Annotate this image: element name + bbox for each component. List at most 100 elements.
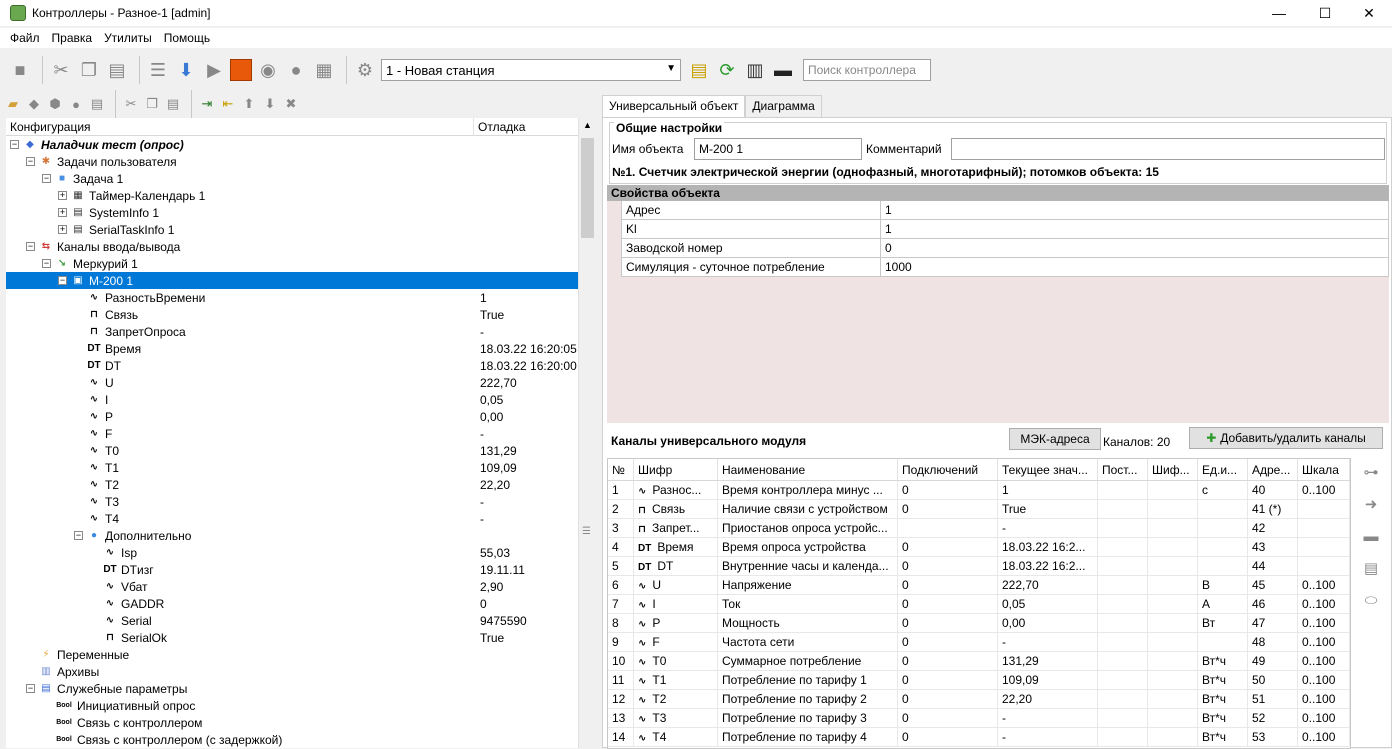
- run-icon[interactable]: ▶: [202, 58, 226, 82]
- form-icon[interactable]: ▤: [1361, 558, 1381, 578]
- tree-scrollbar[interactable]: ▲: [578, 118, 595, 748]
- channel-row[interactable]: 4 DT Время Время опроса устройства 0 18.03.22…: [608, 538, 1350, 557]
- tree-header-debug[interactable]: Отладка: [474, 118, 578, 135]
- collapse-icon[interactable]: −: [10, 140, 19, 149]
- link-icon[interactable]: ⬭: [1361, 590, 1381, 610]
- tree-header-config[interactable]: Конфигурация: [6, 118, 474, 135]
- download-icon[interactable]: ⬇: [174, 58, 198, 82]
- scroll-up-icon[interactable]: ▲: [583, 120, 592, 130]
- channel-row[interactable]: 11 ∿ T1 Потребление по тарифу 1 0 109,09 Вт*ч 5…: [608, 671, 1350, 690]
- move-in-icon[interactable]: ⇥: [198, 95, 216, 113]
- menu-file[interactable]: Файл: [4, 31, 46, 45]
- tree-row[interactable]: ∿ U 222,70: [6, 374, 578, 391]
- tree-row[interactable]: − ✱ Задачи пользователя: [6, 153, 578, 170]
- channel-row[interactable]: 7 ∿ I Ток 0 0,05 А 46 0..100: [608, 595, 1350, 614]
- config-tree[interactable]: − ◆ Наладчик тест (опрос) − ✱ Задачи пользова…: [6, 136, 578, 748]
- grid-column-header[interactable]: Шифр: [634, 459, 718, 480]
- object-name-input[interactable]: М-200 1: [694, 138, 862, 160]
- comment-input[interactable]: [951, 138, 1385, 160]
- property-value[interactable]: 1000: [881, 258, 1389, 276]
- collapse-icon[interactable]: −: [42, 259, 51, 268]
- channel-row[interactable]: 6 ∿ U Напряжение 0 222,70 В 45 0..100: [608, 576, 1350, 595]
- collapse-icon[interactable]: −: [74, 531, 83, 540]
- menu-utilities[interactable]: Утилиты: [98, 31, 158, 45]
- tree-row[interactable]: Bool Инициативный опрос: [6, 697, 578, 714]
- channel-row[interactable]: 14 ∿ T4 Потребление по тарифу 4 0- Вт*ч 53 0..1…: [608, 728, 1350, 747]
- report-icon[interactable]: ▤: [687, 58, 711, 82]
- tree-row[interactable]: ∿ Vбат 2,90: [6, 578, 578, 595]
- tree-row[interactable]: − ▣ М-200 1: [6, 272, 578, 289]
- tree-row[interactable]: − ↘ Меркурий 1: [6, 255, 578, 272]
- tree-row[interactable]: ∿ Serial 9475590: [6, 612, 578, 629]
- paste-icon[interactable]: ▤: [105, 58, 129, 82]
- property-value[interactable]: 1: [881, 220, 1389, 238]
- grid-column-header[interactable]: Шкала: [1298, 459, 1350, 480]
- tree-row[interactable]: − ◆ Наладчик тест (опрос): [6, 136, 578, 153]
- tree-row[interactable]: ∿ F -: [6, 425, 578, 442]
- paste-small-icon[interactable]: ▤: [164, 95, 182, 113]
- stop-red-icon[interactable]: [230, 59, 252, 81]
- tree-row[interactable]: DT DTизг 19.11.11: [6, 561, 578, 578]
- tree-row[interactable]: ∿ T4 -: [6, 510, 578, 527]
- tree-row[interactable]: ∿ T2 22,20: [6, 476, 578, 493]
- expand-icon[interactable]: +: [58, 225, 67, 234]
- hierarchy-icon[interactable]: ⊶: [1361, 462, 1381, 482]
- property-value[interactable]: 1: [881, 201, 1389, 219]
- menu-edit[interactable]: Правка: [46, 31, 99, 45]
- channel-row[interactable]: 9 ∿ F Частота сети 0-48 0..100: [608, 633, 1350, 652]
- document-icon[interactable]: ▦: [312, 58, 336, 82]
- cut-small-icon[interactable]: ✂: [122, 95, 140, 113]
- tree-row[interactable]: ⚡ Переменные: [6, 646, 578, 663]
- grid-column-header[interactable]: №: [608, 459, 634, 480]
- property-row[interactable]: Заводской номер 0: [621, 239, 1389, 258]
- grid-column-header[interactable]: Пост...: [1098, 459, 1148, 480]
- tree-row[interactable]: ⊓ SerialOk True: [6, 629, 578, 646]
- tree-row[interactable]: + ▤ SystemInfo 1: [6, 204, 578, 221]
- channel-row[interactable]: 1 ∿ Разнос... Время контроллера минус ... 0 1…: [608, 481, 1350, 500]
- grid-column-header[interactable]: Подключений: [898, 459, 998, 480]
- tree-row[interactable]: Bool Связь с контроллером: [6, 714, 578, 731]
- property-row[interactable]: Kl 1: [621, 220, 1389, 239]
- maximize-button[interactable]: ☐: [1302, 0, 1348, 26]
- globe-icon[interactable]: ●: [67, 95, 85, 113]
- list-icon[interactable]: ☰: [146, 58, 170, 82]
- expand-icon[interactable]: +: [58, 191, 67, 200]
- grid-column-header[interactable]: Наименование: [718, 459, 898, 480]
- terminal-icon[interactable]: ▬: [771, 58, 795, 82]
- grid-column-header[interactable]: Ед.и...: [1198, 459, 1248, 480]
- copy-icon[interactable]: ❐: [77, 58, 101, 82]
- station-select[interactable]: 1 - Новая станция ▼: [381, 59, 681, 81]
- mek-addresses-button[interactable]: МЭК-адреса: [1009, 428, 1101, 450]
- tree-row[interactable]: + ▤ SerialTaskInfo 1: [6, 221, 578, 238]
- tree-row[interactable]: ⊓ ЗапретОпроса -: [6, 323, 578, 340]
- grid-column-header[interactable]: Шиф...: [1148, 459, 1198, 480]
- tree-row[interactable]: − ■ Задача 1: [6, 170, 578, 187]
- tag-icon[interactable]: ▬: [1361, 526, 1381, 546]
- add-remove-channels-button[interactable]: ✚ Добавить/удалить каналы: [1189, 427, 1383, 449]
- tree-row[interactable]: ⊓ Связь True: [6, 306, 578, 323]
- tree-row[interactable]: ∿ T1 109,09: [6, 459, 578, 476]
- stop-square-icon[interactable]: ■: [8, 58, 32, 82]
- tree-row[interactable]: ∿ Isp 55,03: [6, 544, 578, 561]
- minimize-button[interactable]: —: [1256, 0, 1302, 26]
- grid-column-header[interactable]: Адре...: [1248, 459, 1298, 480]
- channel-row[interactable]: 8 ∿ P Мощность 0 0,00 Вт 47 0..100: [608, 614, 1350, 633]
- refresh-icon[interactable]: ⟳: [715, 58, 739, 82]
- tree-row[interactable]: ∿ GADDR 0: [6, 595, 578, 612]
- forward-icon[interactable]: ➜: [1361, 494, 1381, 514]
- down-icon[interactable]: ⬇: [261, 95, 279, 113]
- collapse-icon[interactable]: −: [58, 276, 67, 285]
- tab-diagram[interactable]: Диаграмма: [745, 95, 822, 117]
- tree-row[interactable]: ∿ T3 -: [6, 493, 578, 510]
- channel-row[interactable]: 10 ∿ T0 Суммарное потребление 0 131,29 Вт*ч 49 0…: [608, 652, 1350, 671]
- open-folder-icon[interactable]: ▰: [4, 95, 22, 113]
- channel-row[interactable]: 13 ∿ T3 Потребление по тарифу 3 0- Вт*ч 52 0..1…: [608, 709, 1350, 728]
- move-out-icon[interactable]: ⇤: [219, 95, 237, 113]
- channel-row[interactable]: 5 DT DT Внутренние часы и календа... 0 18.03.…: [608, 557, 1350, 576]
- tree-row[interactable]: − ⇆ Каналы ввода/вывода: [6, 238, 578, 255]
- module-icon[interactable]: ▤: [88, 95, 106, 113]
- notes-icon[interactable]: ▥: [743, 58, 767, 82]
- property-row[interactable]: Адрес 1: [621, 201, 1389, 220]
- tree-row[interactable]: DT Время 18.03.22 16:20:05: [6, 340, 578, 357]
- channel-row[interactable]: 12 ∿ T2 Потребление по тарифу 2 0 22,20 Вт*ч 51…: [608, 690, 1350, 709]
